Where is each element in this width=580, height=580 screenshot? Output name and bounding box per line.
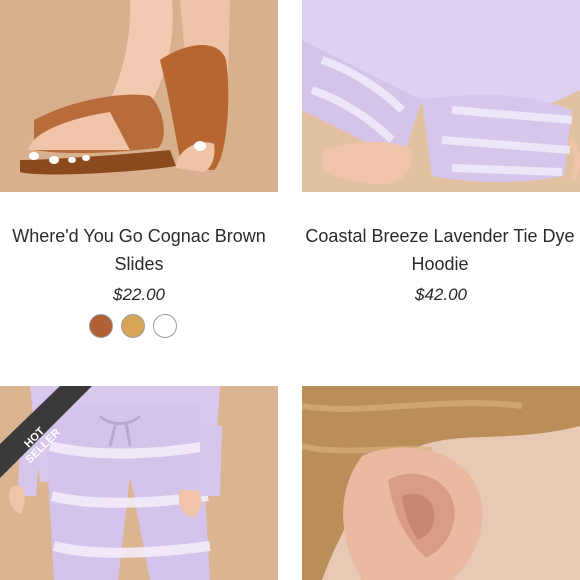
product-image[interactable] <box>0 0 278 192</box>
hoodie-photo-icon <box>302 0 580 192</box>
color-swatches <box>89 314 177 338</box>
sandal-photo-icon <box>0 0 278 192</box>
swatch-tan[interactable] <box>121 314 145 338</box>
hot-seller-badge: HOT SELLER <box>0 386 120 506</box>
swatch-cognac[interactable] <box>89 314 113 338</box>
earring-photo-icon <box>302 386 580 580</box>
product-price: $42.00 <box>415 285 467 304</box>
product-image[interactable] <box>302 386 580 580</box>
product-title[interactable]: Where'd You Go Cognac Brown Slides <box>0 222 278 278</box>
product-image[interactable] <box>302 0 580 192</box>
swatch-white[interactable] <box>153 314 177 338</box>
product-title[interactable]: Coastal Breeze Lavender Tie Dye Hoodie <box>300 222 580 278</box>
product-price: $22.00 <box>113 285 165 304</box>
